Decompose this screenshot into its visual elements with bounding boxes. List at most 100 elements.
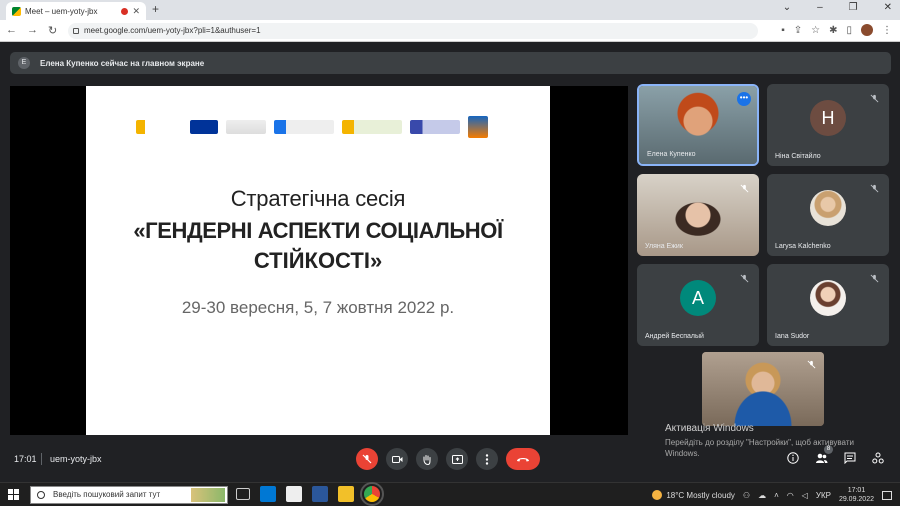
mic-off-icon <box>740 274 749 283</box>
more-options-button[interactable] <box>476 448 498 470</box>
weather-icon <box>652 490 663 500</box>
divider <box>41 453 42 465</box>
presenting-banner: Е Елена Купенко сейчас на главном экране <box>10 52 891 74</box>
address-bar-row: ← → ↻ meet.google.com/uem-yoty-jbx?pli=1… <box>0 20 900 42</box>
language-indicator[interactable]: УКР <box>816 491 831 500</box>
lock-icon <box>73 28 79 34</box>
mic-toggle-button[interactable] <box>356 448 378 470</box>
new-tab-icon[interactable]: + <box>152 2 159 16</box>
task-view-icon[interactable] <box>236 488 250 500</box>
show-hidden-icons[interactable]: ˄ <box>774 491 779 500</box>
raise-hand-button[interactable] <box>416 448 438 470</box>
meeting-side-controls: 8 <box>787 445 884 464</box>
mic-off-icon <box>807 360 816 369</box>
self-view-tile[interactable] <box>702 352 824 426</box>
more-options-icon[interactable]: ••• <box>737 92 751 106</box>
extensions-icon[interactable]: ✱ <box>829 25 837 36</box>
participant-tile-iana[interactable]: Iana Sudor <box>767 264 889 346</box>
onedrive-icon[interactable]: ☁ <box>758 491 766 500</box>
shared-slide: Стратегічна сесія «ГЕНДЕРНІ АСПЕКТИ СОЦІ… <box>86 86 550 435</box>
recording-dot-icon <box>121 7 129 15</box>
taskbar-clock[interactable]: 17:01 29.09.2022 <box>839 486 874 504</box>
meet-favicon-icon <box>12 6 21 16</box>
leave-call-button[interactable] <box>506 448 540 470</box>
camera-in-use-icon[interactable]: ▪ <box>781 25 785 36</box>
browser-toolbar-icons: ▪ ⇪ ☆ ✱ ▯ ⋮ <box>781 24 892 36</box>
wifi-icon[interactable]: ◠ <box>787 491 794 500</box>
windows-start-icon[interactable] <box>8 489 19 500</box>
participant-tile-elena[interactable]: ••• Елена Купенко <box>637 84 759 166</box>
camera-toggle-button[interactable] <box>386 448 408 470</box>
mic-off-icon <box>870 94 879 103</box>
civil-society-forum-logo <box>136 120 182 134</box>
forward-icon[interactable]: → <box>27 24 38 37</box>
weather-text: 18°C Mostly cloudy <box>666 490 735 500</box>
people-button[interactable]: 8 <box>815 445 833 464</box>
participant-name: Уляна Ежик <box>645 243 683 250</box>
bookmark-star-icon[interactable]: ☆ <box>811 25 820 36</box>
tab-search-icon[interactable]: ⌄ <box>783 2 791 13</box>
mic-off-icon <box>740 184 749 193</box>
store-app-icon[interactable] <box>286 486 302 502</box>
clock-time: 17:01 <box>847 487 866 494</box>
menu-icon[interactable]: ⋮ <box>882 25 892 36</box>
slide-title: Стратегічна сесія <box>230 186 406 211</box>
taskbar-apps <box>236 482 384 506</box>
partner-logos <box>136 116 488 138</box>
search-highlight-art <box>191 488 225 502</box>
participant-tile-larysa[interactable]: Larysa Kalchenko <box>767 174 889 256</box>
participant-tile-nina[interactable]: Н Ніна Світайло <box>767 84 889 166</box>
women-consortium-logo <box>410 120 460 134</box>
weather-widget[interactable]: 18°C Mostly cloudy <box>652 490 735 500</box>
mail-app-icon[interactable] <box>260 486 276 502</box>
participant-photo-avatar <box>810 280 846 317</box>
call-controls <box>356 448 540 470</box>
people-tray-icon[interactable]: ⚇ <box>743 491 750 500</box>
url-field[interactable]: meet.google.com/uem-yoty-jbx?pli=1&authu… <box>68 23 758 39</box>
uca-logo <box>468 116 488 138</box>
minimize-icon[interactable]: – <box>817 2 823 13</box>
meeting-details-icon[interactable] <box>787 452 799 464</box>
participant-tile-andrey[interactable]: А Андрей Беспалый <box>637 264 759 346</box>
triangle-logo <box>274 120 334 134</box>
volume-icon[interactable]: ◁ <box>802 491 808 500</box>
notifications-icon[interactable] <box>882 490 892 500</box>
mic-off-icon <box>870 274 879 283</box>
profile-avatar[interactable] <box>861 24 873 36</box>
people-count-badge: 8 <box>824 445 833 454</box>
reload-icon[interactable]: ↻ <box>48 24 57 37</box>
back-icon[interactable]: ← <box>6 24 17 37</box>
eu-flag-logo <box>190 120 218 134</box>
search-placeholder: Введіть пошуковий запит тут <box>53 490 161 499</box>
chrome-app-icon[interactable] <box>360 482 384 506</box>
watermark-title: Активація Windows <box>665 423 754 434</box>
clock-date: 29.09.2022 <box>838 496 874 503</box>
hang-up-icon <box>517 457 529 461</box>
participant-name: Iana Sudor <box>775 333 810 340</box>
word-app-icon[interactable] <box>312 486 328 502</box>
close-window-icon[interactable]: ✕ <box>884 2 892 13</box>
presentation-stage: Стратегічна сесія «ГЕНДЕРНІ АСПЕКТИ СОЦІ… <box>10 86 628 435</box>
sidebar-icon[interactable]: ▯ <box>846 25 852 36</box>
slide-dates: 29-30 вересня, 5, 7 жовтня 2022 р. <box>181 298 455 317</box>
browser-tab[interactable]: Meet – uem-yoty-jbx ✕ <box>6 2 146 20</box>
tab-title: Meet – uem-yoty-jbx <box>25 6 98 16</box>
meeting-time: 17:01 <box>14 454 37 464</box>
participant-name: Елена Купенко <box>647 151 696 158</box>
browser-tab-bar: Meet – uem-yoty-jbx ✕ + ⌄ – ❐ ✕ <box>0 0 900 20</box>
maximize-icon[interactable]: ❐ <box>849 2 858 13</box>
share-icon[interactable]: ⇪ <box>794 25 802 36</box>
people-icon <box>816 453 828 463</box>
activities-icon[interactable] <box>872 452 884 464</box>
present-now-button[interactable] <box>446 448 468 470</box>
chat-icon[interactable] <box>844 452 856 464</box>
close-tab-icon[interactable]: ✕ <box>132 6 140 17</box>
file-explorer-icon[interactable] <box>338 486 354 502</box>
participant-tile-ulyana[interactable]: Уляна Ежик <box>637 174 759 256</box>
slide-subtitle-line1: «ГЕНДЕРНІ АСПЕКТИ СОЦІАЛЬНОЇ <box>133 218 503 243</box>
taskbar-search-box[interactable]: Введіть пошуковий запит тут <box>30 486 228 504</box>
more-vertical-icon <box>485 453 489 465</box>
slide-subtitle-line2: СТІЙКОСТІ» <box>253 248 383 273</box>
participant-avatar: А <box>680 280 716 317</box>
camera-icon <box>391 455 402 463</box>
